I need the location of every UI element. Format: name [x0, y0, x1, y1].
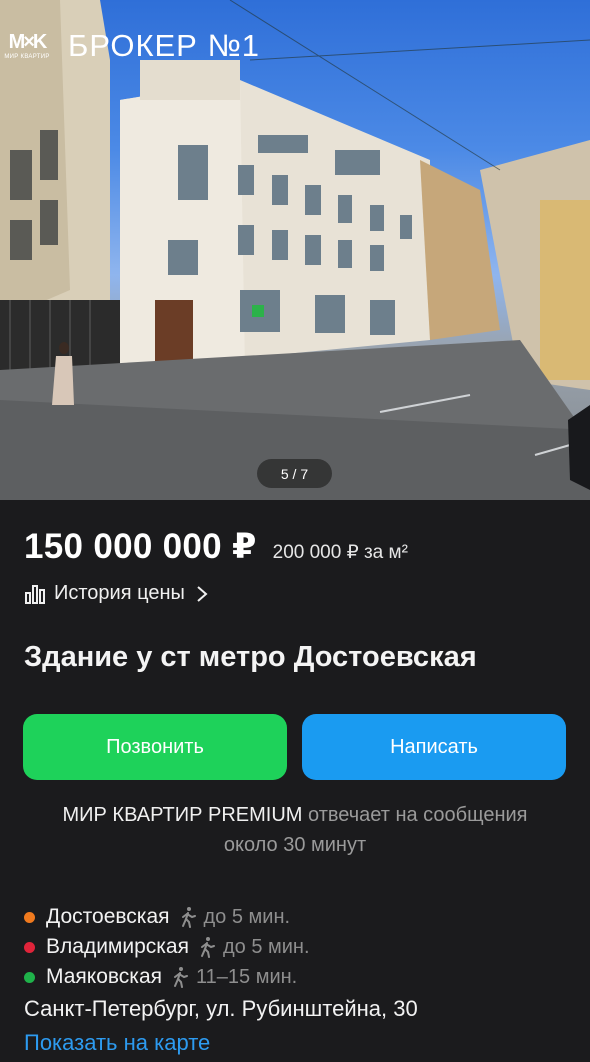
metro-station: Владимирская: [46, 935, 189, 958]
metro-walk-time: до 5 мин.: [203, 905, 291, 928]
listing-title: Здание у ст метро Достоевская: [24, 641, 477, 673]
photo-gallery[interactable]: M×K МИР КВАРТИР БРОКЕР №1 5 / 7: [0, 0, 590, 500]
broker-brand: M×K МИР КВАРТИР БРОКЕР №1: [0, 22, 260, 70]
agency-response-text: отвечает на сообщения: [308, 804, 528, 826]
broker-name: БРОКЕР №1: [68, 28, 260, 63]
metro-item: Владимирская до 5 мин.: [24, 932, 584, 962]
metro-item: Достоевская до 5 мин.: [24, 902, 584, 932]
metro-station: Достоевская: [46, 905, 170, 928]
agency-response-time: около 30 минут: [223, 834, 367, 856]
metro-walk-time: 11–15 мин.: [196, 965, 298, 988]
photo-counter: 5 / 7: [257, 459, 332, 488]
walk-icon: [181, 907, 196, 928]
agency-logo: M×K МИР КВАРТИР: [0, 23, 54, 69]
agency-logo-mark: M×K: [8, 31, 48, 53]
metro-line-dot: [24, 971, 35, 983]
walk-icon: [174, 967, 189, 988]
agency-response-info: МИР КВАРТИР PREMIUM отвечает на сообщени…: [0, 800, 590, 860]
price-per-m2: 200 000 ₽ за м²: [272, 542, 408, 563]
building-photo: [0, 0, 590, 500]
price-row: 150 000 000 ₽ 200 000 ₽ за м²: [24, 527, 408, 567]
metro-item: Маяковская 11–15 мин.: [24, 962, 584, 992]
walk-icon: [200, 937, 215, 958]
agency-name[interactable]: МИР КВАРТИР PREMIUM: [62, 804, 302, 826]
metro-line-dot: [24, 941, 35, 953]
bar-chart-icon: [25, 584, 45, 604]
metro-line-dot: [24, 911, 35, 923]
show-on-map-link[interactable]: Показать на карте: [24, 1030, 210, 1056]
address: Санкт-Петербург, ул. Рубинштейна, 30: [24, 996, 418, 1021]
write-message-button[interactable]: Написать: [302, 714, 566, 780]
metro-station: Маяковская: [46, 965, 163, 988]
agency-logo-text: МИР КВАРТИР: [4, 54, 50, 60]
price: 150 000 000 ₽: [24, 527, 257, 566]
chevron-right-icon: [197, 585, 208, 602]
call-button[interactable]: Позвонить: [23, 714, 287, 780]
price-history-label: История цены: [54, 582, 185, 604]
metro-walk-time: до 5 мин.: [222, 935, 310, 958]
price-history-link[interactable]: История цены: [24, 582, 209, 605]
